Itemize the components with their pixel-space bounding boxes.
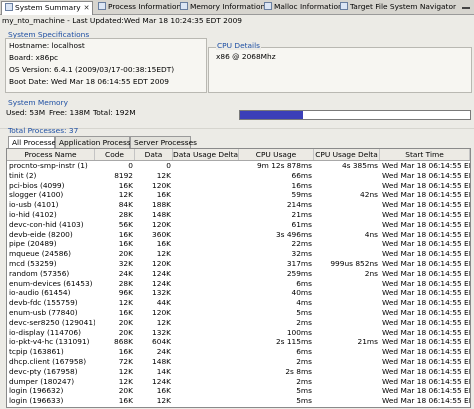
view-tab-bar: System Summary ✕ Process Information Memo…: [0, 0, 474, 15]
cpu-details-title: CPU Details: [216, 41, 261, 50]
tab-process-information[interactable]: Process Information: [95, 1, 181, 13]
tab-server-processes[interactable]: Server Processes: [130, 136, 197, 148]
system-memory-title: System Memory: [8, 98, 68, 107]
process-table: Process Name Code Data Data Usage Delta CPU …: [6, 148, 471, 408]
tab-malloc-information[interactable]: Malloc Information: [261, 1, 343, 13]
total-processes-title: Total Processes: 37: [8, 126, 79, 135]
column-header[interactable]: Data Usage Delta: [173, 149, 239, 160]
tab-label: Malloc Information: [274, 2, 343, 11]
table-cell: 16K: [118, 396, 133, 406]
boot-date-text: Boot Date: Wed Mar 18 06:14:55 EDT 2009: [9, 77, 169, 86]
column-header[interactable]: CPU Usage Delta: [314, 149, 380, 160]
memory-information-icon: [180, 2, 188, 10]
os-version-text: OS Version: 6.4.1 (2009/03/17-00:38:15ED…: [9, 65, 175, 74]
column-header[interactable]: Data: [135, 149, 173, 160]
memory-free-text: Free: 138M: [49, 108, 91, 117]
process-information-icon: [98, 2, 106, 10]
table-cell: 5ms: [296, 396, 312, 406]
table-cell: [173, 396, 239, 407]
table-row[interactable]: login (196633) 16K 12K 5ms Wed Mar 18 06:14:…: [7, 396, 470, 407]
malloc-information-icon: [264, 2, 272, 10]
table-cell: [314, 396, 380, 407]
column-header[interactable]: Code: [95, 149, 135, 160]
tab-memory-information[interactable]: Memory Information: [177, 1, 265, 13]
table-cell: login (196633): [9, 396, 64, 406]
close-icon[interactable]: ✕: [84, 4, 90, 12]
tab-label: Memory Information: [190, 2, 266, 11]
tab-label: System Summary: [15, 3, 81, 12]
minimize-icon[interactable]: [462, 2, 470, 10]
hostname-text: Hostname: localhost: [9, 41, 85, 50]
system-summary-icon: [5, 3, 13, 11]
board-text: Board: x86pc: [9, 53, 59, 62]
column-header[interactable]: Process Name: [7, 149, 95, 160]
cpu-details-group: CPU Details x86 @ 2068Mhz: [208, 41, 472, 93]
file-navigator-icon: [340, 2, 348, 10]
system-specifications-group: Hostname: localhost Board: x86pc OS Vers…: [5, 38, 207, 93]
column-header[interactable]: CPU Usage: [239, 149, 314, 160]
tab-application-processes[interactable]: Application Processes: [55, 136, 139, 148]
table-cell: 12K: [156, 396, 171, 406]
memory-total-text: Total: 192M: [93, 108, 136, 117]
column-header[interactable]: Start Time: [380, 149, 470, 160]
machine-status-line: my_nto_machine - Last Updated:Wed Mar 18…: [2, 16, 242, 25]
memory-usage-bar: [239, 110, 471, 120]
memory-used-text: Used: 53M: [6, 108, 46, 117]
tab-system-summary[interactable]: System Summary ✕: [1, 1, 93, 15]
tab-label: Process Information: [108, 2, 182, 11]
tab-target-file-system-navigator[interactable]: Target File System Navigator: [337, 1, 457, 13]
tab-label: Target File System Navigator: [350, 2, 456, 11]
table-cell: Wed Mar 18 06:14:55 ED: [382, 396, 470, 406]
memory-usage-fill: [240, 111, 304, 119]
table-header: Process Name Code Data Data Usage Delta CPU …: [7, 149, 470, 161]
cpu-text: x86 @ 2068Mhz: [216, 52, 276, 61]
